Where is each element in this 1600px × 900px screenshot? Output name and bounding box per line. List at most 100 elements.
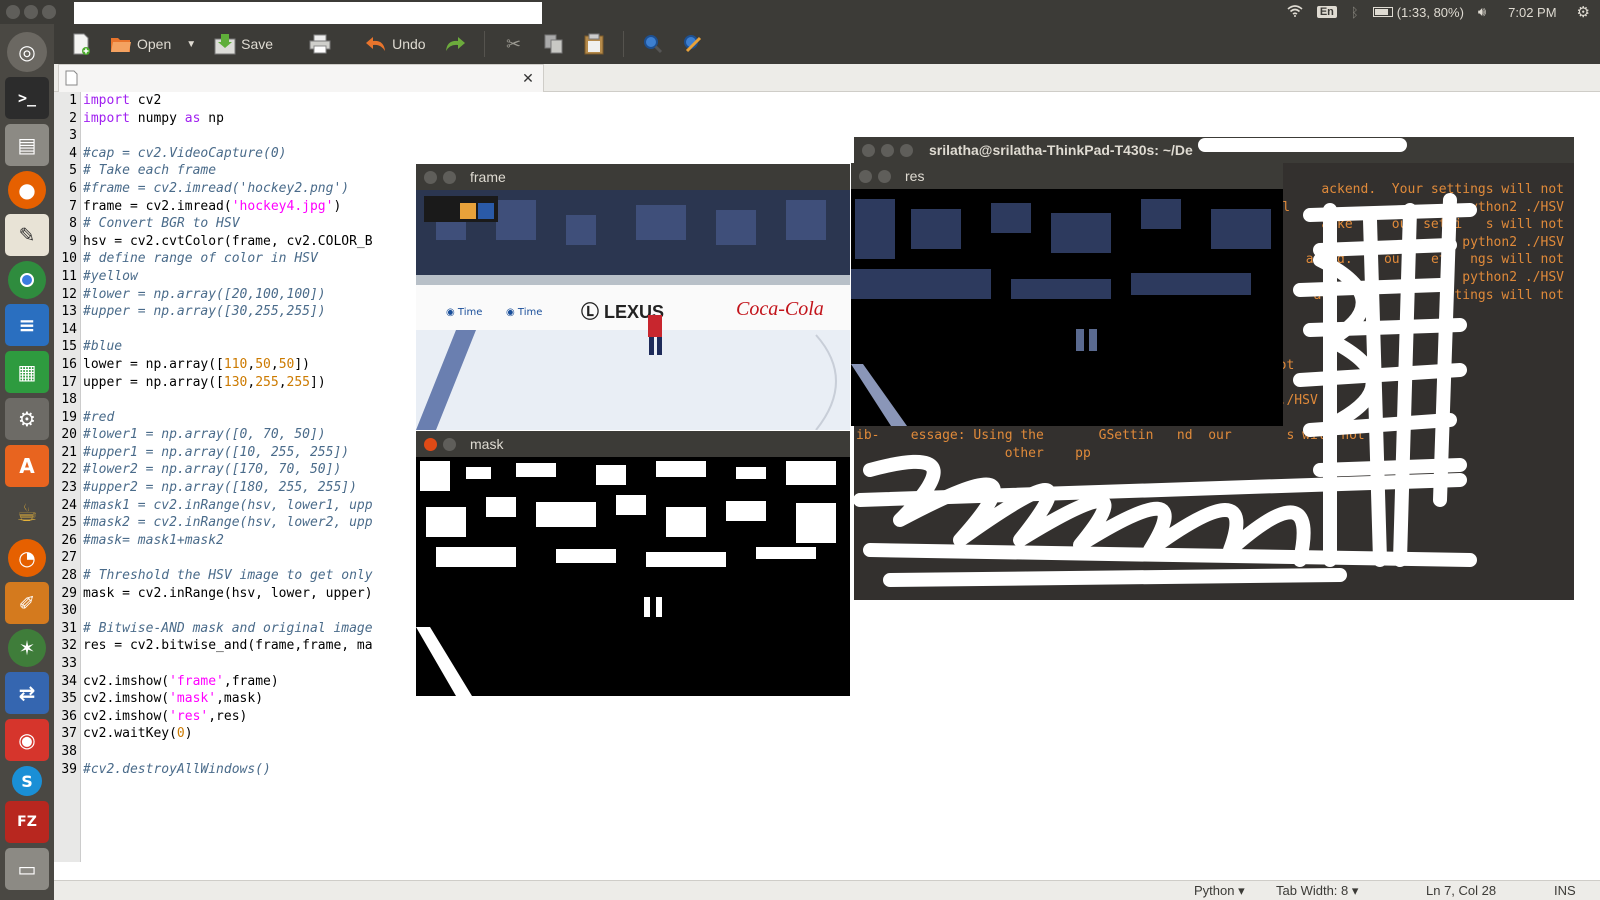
line-number: 2 xyxy=(69,110,77,126)
language-selector[interactable]: Python ▾ xyxy=(1194,883,1245,899)
code-token: #lower = np.array([20,100,100]) xyxy=(83,286,326,302)
document-tab-bar: ✕ xyxy=(54,64,1600,92)
line-number: 1 xyxy=(69,93,77,108)
disk-icon[interactable]: ▭ xyxy=(5,848,49,890)
line-number: 21 xyxy=(61,444,77,460)
code-line[interactable]: cv2.imshow('res',res) xyxy=(83,708,1583,726)
code-token: #frame = cv2.imread('hockey2.png') xyxy=(83,180,350,196)
keyboard-language-indicator[interactable]: En xyxy=(1316,6,1337,18)
minimize-icon[interactable] xyxy=(443,170,456,184)
bluetooth-icon[interactable]: ᛒ xyxy=(1351,5,1359,20)
ubuntu-dash-icon[interactable]: ◎ xyxy=(7,32,47,72)
code-line[interactable]: import numpy as np xyxy=(83,110,1583,128)
tab-width-selector[interactable]: Tab Width: 8 ▾ xyxy=(1276,883,1358,899)
code-line[interactable]: cv2.waitKey(0) xyxy=(83,725,1583,743)
code-token: #red xyxy=(83,409,115,425)
skype-icon[interactable]: S xyxy=(12,766,42,796)
clock[interactable]: 7:02 PM xyxy=(1508,5,1556,20)
line-number: 3 xyxy=(69,128,77,144)
code-token: upper = np.array([ xyxy=(83,374,224,390)
network-icon[interactable]: ⇄ xyxy=(5,672,49,714)
ubuntu-one-icon[interactable]: ◔ xyxy=(8,539,46,577)
code-token: ]) xyxy=(310,374,326,390)
code-line[interactable] xyxy=(83,743,1583,761)
cut-button[interactable]: ✂ xyxy=(497,28,531,60)
calc-icon[interactable]: ▦ xyxy=(5,351,49,393)
code-token: np xyxy=(200,110,224,126)
line-number: 20 xyxy=(61,427,77,443)
line-number: 24 xyxy=(61,497,77,513)
code-line[interactable]: import cv2 xyxy=(83,92,1583,110)
code-token: 'mask' xyxy=(169,691,217,707)
code-line[interactable]: #cv2.destroyAllWindows() xyxy=(83,761,1583,779)
window-maximize-icon[interactable] xyxy=(42,5,56,19)
res-window-titlebar[interactable]: res xyxy=(851,163,1283,189)
writer-icon[interactable]: ≡ xyxy=(5,304,49,346)
res-image xyxy=(851,189,1283,426)
firefox-icon[interactable]: ● xyxy=(8,171,46,209)
folder-open-icon xyxy=(110,33,132,55)
chevron-down-icon[interactable]: ▼ xyxy=(186,39,196,50)
close-icon[interactable] xyxy=(424,170,437,184)
settings-icon[interactable]: ⚙ xyxy=(5,398,49,440)
copy-button[interactable] xyxy=(537,28,571,60)
window-close-icon[interactable] xyxy=(6,5,20,19)
pencil-app-icon[interactable]: ✐ xyxy=(5,582,49,624)
code-token: 255 xyxy=(255,374,279,390)
code-token: res = cv2.bitwise_and(frame,frame, ma xyxy=(83,638,373,654)
print-button[interactable] xyxy=(303,28,337,60)
mask-window[interactable]: mask xyxy=(416,431,850,696)
code-token: cv2.imshow( xyxy=(83,691,170,707)
close-icon[interactable] xyxy=(862,143,875,157)
close-icon[interactable] xyxy=(424,437,437,451)
chrome-icon[interactable] xyxy=(8,261,46,299)
new-document-button[interactable] xyxy=(64,28,98,60)
code-token: 0 xyxy=(176,726,185,742)
volume-icon[interactable]: 🔊︎ xyxy=(1478,4,1486,20)
res-window-title: res xyxy=(905,168,925,184)
minimize-icon[interactable] xyxy=(878,169,891,183)
undo-button[interactable]: Undo xyxy=(359,28,431,60)
minimize-icon[interactable] xyxy=(443,437,456,451)
software-center-icon[interactable]: A xyxy=(5,445,49,487)
terminal-titlebar[interactable]: srilatha@srilatha-ThinkPad-T430s: ~/De xyxy=(854,137,1574,163)
line-number: 33 xyxy=(61,656,77,671)
find-button[interactable] xyxy=(636,28,670,60)
teapot-icon[interactable]: ☕︎ xyxy=(5,492,49,534)
battery-indicator[interactable]: (1:33, 80%) xyxy=(1372,5,1464,20)
red-app-icon[interactable]: ◉ xyxy=(5,719,49,761)
minimize-icon[interactable] xyxy=(881,143,894,157)
files-icon[interactable]: ▤ xyxy=(5,124,49,166)
paste-button[interactable] xyxy=(577,28,611,60)
close-icon[interactable] xyxy=(859,169,872,183)
save-button[interactable]: Save xyxy=(208,28,279,60)
line-number: 14 xyxy=(61,321,77,337)
terminal-line: other pp xyxy=(856,445,1091,461)
window-minimize-icon[interactable] xyxy=(24,5,38,19)
editor-toolbar: Open ▼ Save Undo ✂ xyxy=(54,24,1600,64)
line-number: 15 xyxy=(61,339,77,355)
filezilla-icon[interactable]: FZ xyxy=(5,801,49,843)
open-button-label: Open xyxy=(137,36,172,52)
line-number: 13 xyxy=(61,304,77,320)
open-button[interactable]: Open ▼ xyxy=(104,28,202,60)
indicator-area: En ᛒ (1:33, 80%) 🔊︎ 7:02 PM ⚙ xyxy=(1287,0,1590,24)
cursor-position: Ln 7, Col 28 xyxy=(1426,883,1497,898)
tab-close-icon[interactable]: ✕ xyxy=(519,70,537,88)
gear-icon[interactable]: ⚙ xyxy=(1577,3,1590,21)
wifi-icon[interactable] xyxy=(1287,4,1303,20)
android-studio-icon[interactable]: ✶ xyxy=(8,629,46,667)
code-token: cv2.waitKey( xyxy=(83,726,177,742)
frame-window-titlebar[interactable]: frame xyxy=(416,164,850,190)
text-editor-icon[interactable]: ✎ xyxy=(5,214,49,256)
redo-button[interactable] xyxy=(438,28,472,60)
frame-window[interactable]: frame ◉ Time ◉ Time Ⓛ LEXUS Coca-Cola xyxy=(416,164,850,430)
mask-window-title: mask xyxy=(470,436,504,452)
code-token: ]) xyxy=(294,356,310,372)
document-tab[interactable]: ✕ xyxy=(58,64,544,92)
mask-window-titlebar[interactable]: mask xyxy=(416,431,850,457)
terminal-icon[interactable]: >_ xyxy=(5,77,49,119)
maximize-icon[interactable] xyxy=(900,143,913,157)
replace-button[interactable] xyxy=(676,28,710,60)
res-window[interactable]: res xyxy=(851,163,1283,426)
